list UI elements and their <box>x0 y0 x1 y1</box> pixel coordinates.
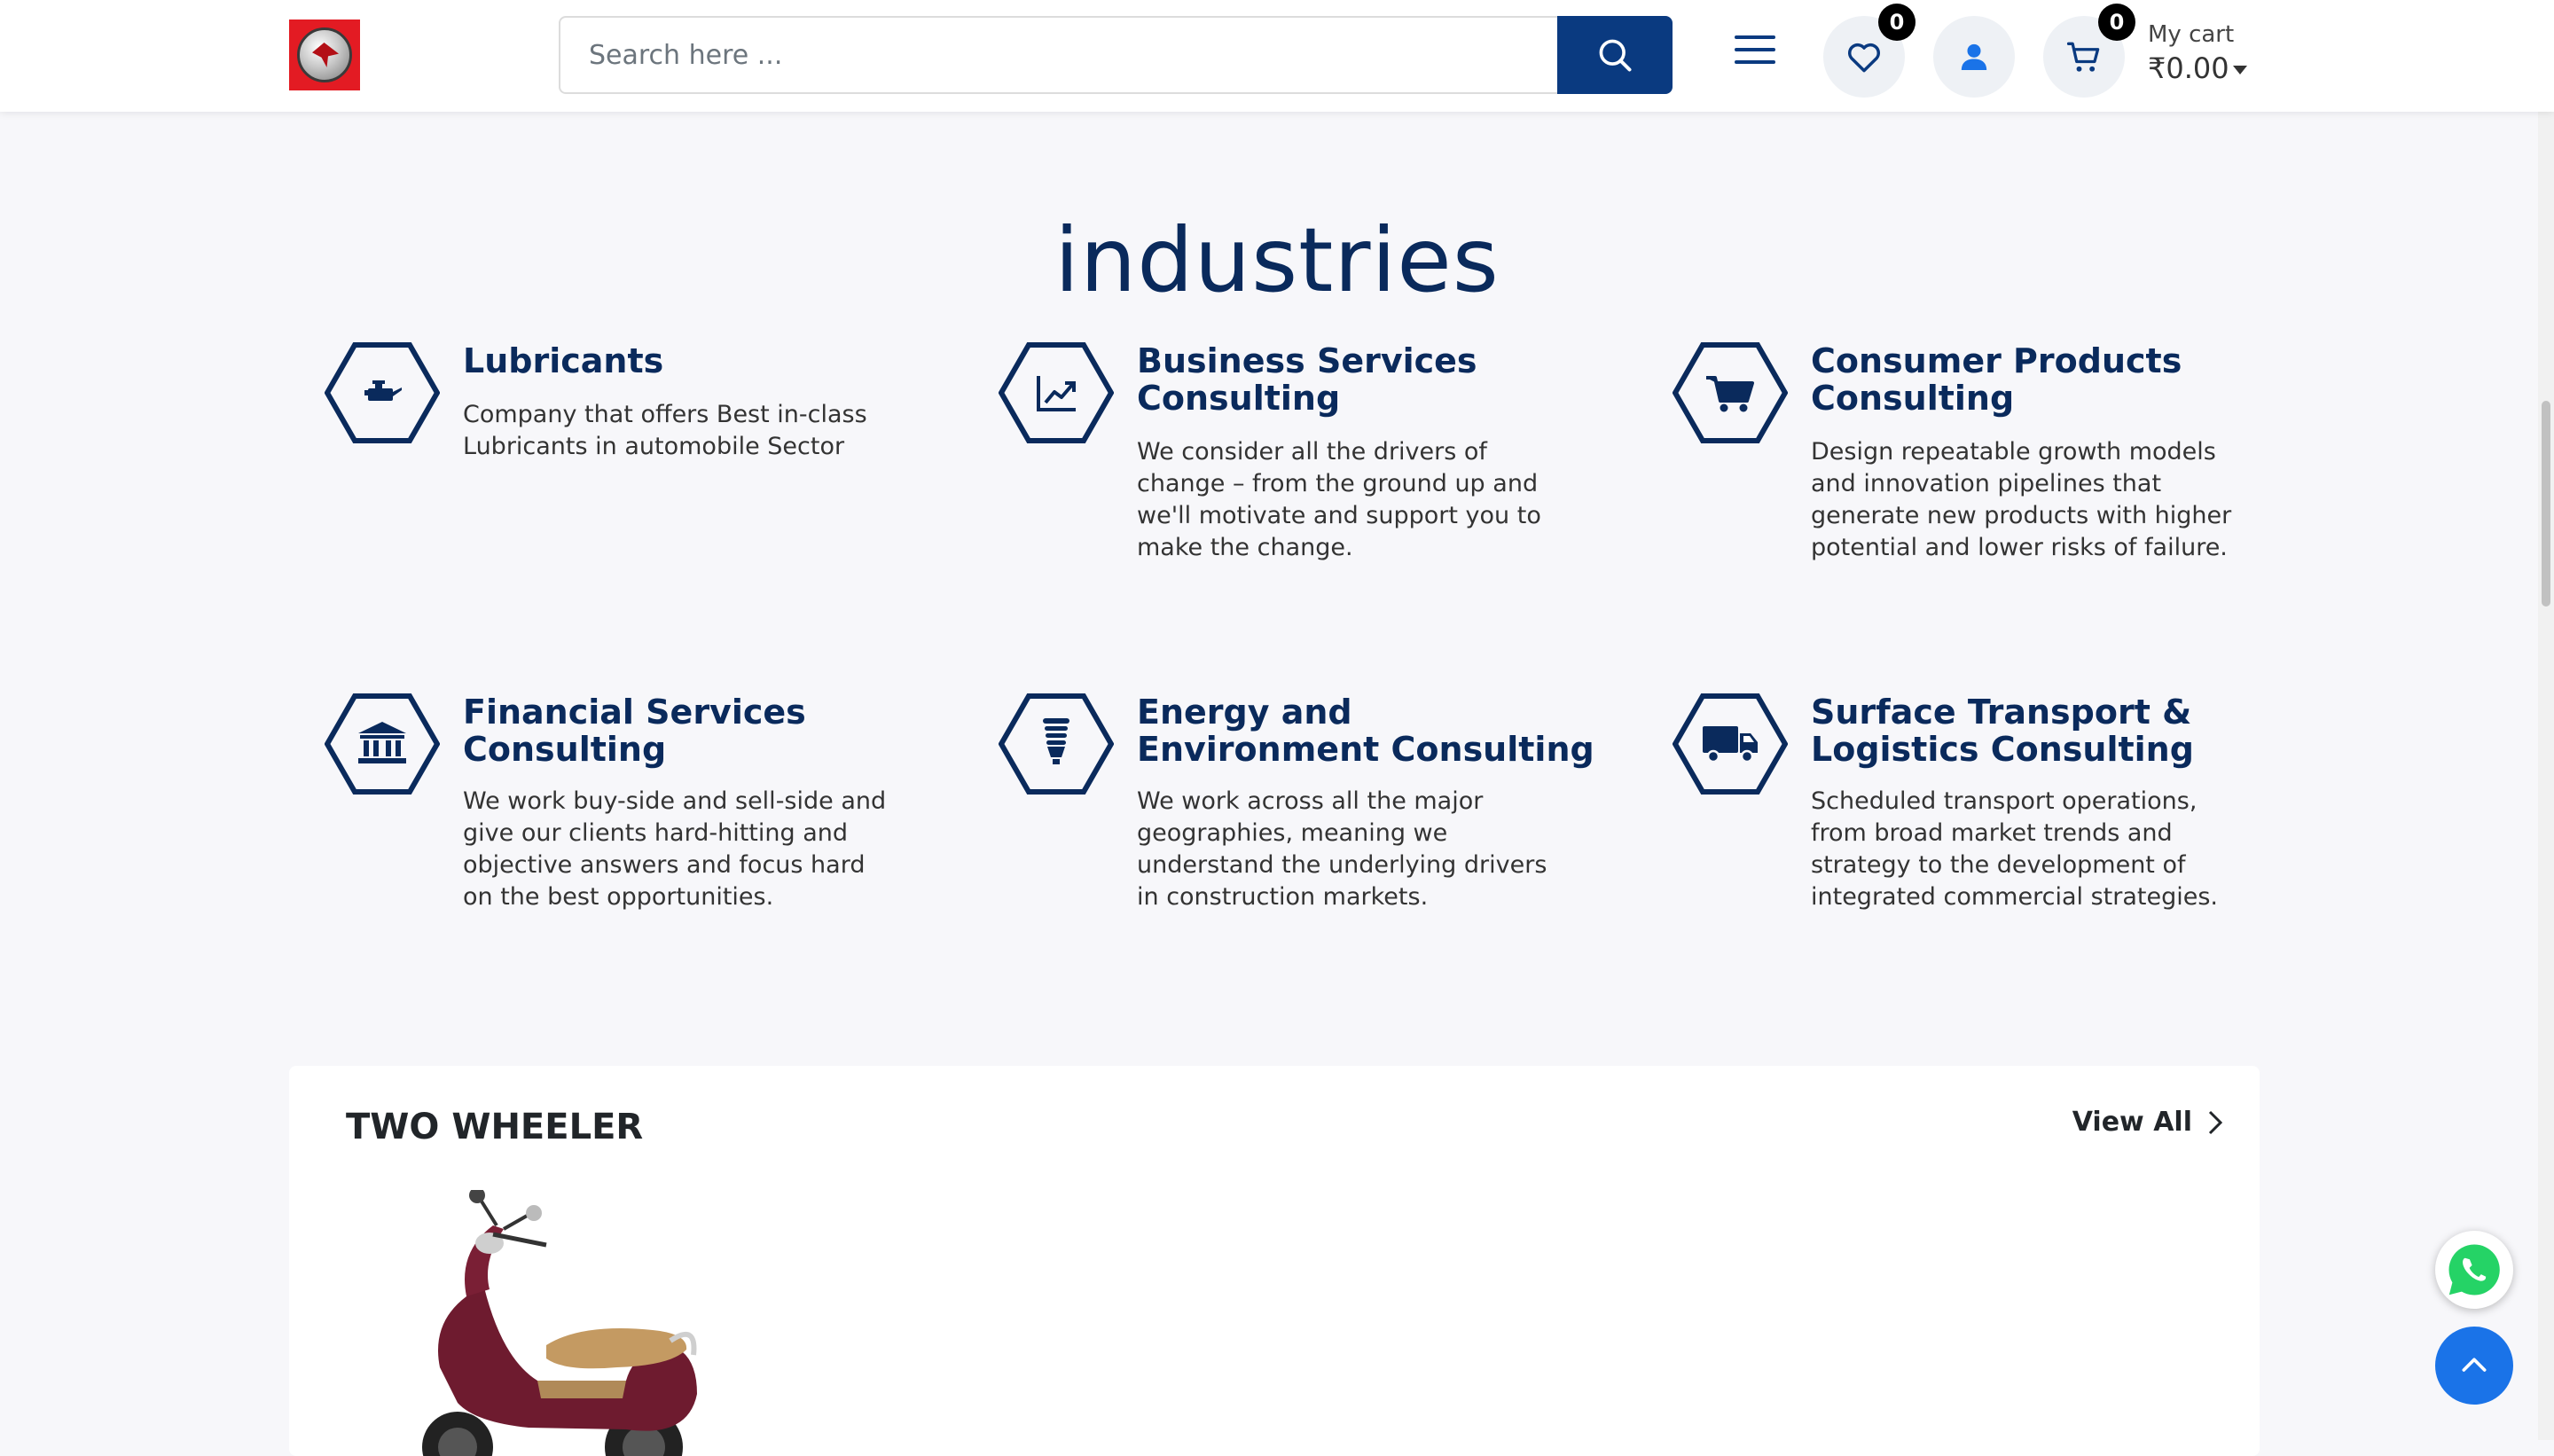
shopping-cart-icon <box>1706 376 1754 412</box>
industry-title: Financial Services Consulting <box>463 693 806 769</box>
wishlist-count-badge: 0 <box>1878 4 1916 41</box>
chevron-right-icon <box>2208 1110 2223 1134</box>
hamburger-icon <box>1735 35 1775 39</box>
industry-description: Scheduled transport operations, from bro… <box>1811 787 2218 911</box>
account-button[interactable] <box>1933 16 2015 98</box>
user-icon <box>1961 43 1987 70</box>
industry-title: Surface Transport & Logistics Consulting <box>1811 693 2194 769</box>
cart-label[interactable]: My cart <box>2148 21 2234 48</box>
hexagon-frame <box>1673 342 1788 443</box>
cart-amount[interactable]: ₹0.00 <box>2148 51 2229 85</box>
search-input[interactable] <box>559 16 1559 94</box>
cart-dropdown-caret-icon[interactable] <box>2233 66 2247 74</box>
industry-description: We work across all the major geographies… <box>1137 787 1547 911</box>
page-scrollbar-thumb[interactable] <box>2542 401 2550 607</box>
bank-icon <box>358 722 406 763</box>
industry-title: Energy and Environment Consulting <box>1137 693 1594 769</box>
chart-line-icon <box>1037 376 1076 411</box>
hexagon-frame <box>1673 693 1788 795</box>
industry-title: Consumer Products Consulting <box>1811 341 2182 418</box>
scooter-product-image[interactable] <box>404 1190 715 1456</box>
oil-can-icon <box>364 380 402 401</box>
search-icon <box>1599 39 1632 72</box>
hexagon-frame <box>325 342 440 443</box>
truck-icon <box>1703 726 1758 763</box>
site-header: 0 0 My cart ₹0.00 <box>0 0 2554 112</box>
whatsapp-chat-button[interactable] <box>2435 1231 2513 1309</box>
whatsapp-icon <box>2448 1244 2500 1296</box>
industry-description: Company that offers Best in-class Lubric… <box>463 401 867 460</box>
section-title: industries <box>1054 208 1500 312</box>
brand-logo[interactable] <box>289 20 360 90</box>
hexagon-frame <box>999 342 1114 443</box>
industry-title: Lubricants <box>463 341 664 380</box>
hexagon-frame <box>325 693 440 795</box>
heart-icon <box>1848 43 1880 73</box>
product-section-card: TWO WHEELER View All <box>289 1066 2260 1456</box>
view-all-link[interactable]: View All <box>2072 1107 2224 1138</box>
menu-button[interactable] <box>1731 35 1779 74</box>
back-to-top-button[interactable] <box>2435 1327 2513 1405</box>
industry-title: Business Services Consulting <box>1137 341 1477 418</box>
industry-description: We work buy-side and sell-side and give … <box>463 787 887 911</box>
search-button[interactable] <box>1557 16 1673 94</box>
hexagon-frame <box>999 693 1114 795</box>
industry-description: We consider all the drivers of change – … <box>1137 438 1541 561</box>
chevron-up-icon <box>2462 1358 2487 1372</box>
cart-count-badge: 0 <box>2098 4 2135 41</box>
cart-icon <box>2066 42 2100 72</box>
lightbulb-icon <box>1043 718 1069 764</box>
page-scrollbar-track[interactable] <box>2538 0 2554 1440</box>
view-all-label: View All <box>2072 1107 2192 1138</box>
logo-emblem <box>297 27 352 82</box>
industry-description: Design repeatable growth models and inno… <box>1811 438 2232 561</box>
product-section-title: TWO WHEELER <box>346 1107 644 1147</box>
